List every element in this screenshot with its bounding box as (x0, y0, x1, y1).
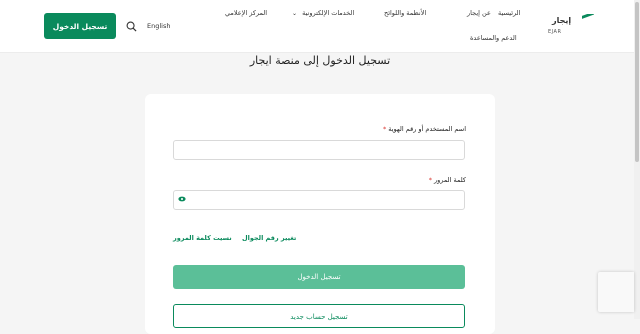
password-label: كلمة المرور * (429, 176, 466, 184)
required-mark: * (428, 176, 432, 184)
language-toggle[interactable]: English (147, 22, 170, 30)
brand-name-english: EJAR (548, 29, 562, 35)
scrollbar-thumb[interactable] (635, 2, 639, 162)
nav-support[interactable]: الدعم والمساعدة (470, 34, 517, 42)
required-mark: * (382, 125, 387, 133)
nav-about[interactable]: عن إيجار (467, 9, 491, 17)
top-header: إيجار EJAR الرئيسية عن إيجار الأنظمة وال… (0, 0, 640, 53)
login-submit-button[interactable]: تسجيل الدخول (173, 265, 465, 289)
brand-name-arabic: إيجار (552, 16, 572, 25)
register-button[interactable]: تسجيل حساب جديد (173, 304, 465, 328)
nav-regulations[interactable]: الأنظمة واللوائح (384, 9, 426, 17)
eye-icon[interactable] (178, 196, 186, 202)
username-input[interactable] (173, 140, 465, 160)
recaptcha-badge (598, 272, 634, 312)
search-icon[interactable] (126, 21, 137, 32)
nav-home[interactable]: الرئيسية (498, 9, 520, 17)
chevron-down-icon: ⌄ (292, 10, 298, 17)
nav-eservices-label: الخدمات الإلكترونية (302, 9, 355, 17)
password-input[interactable] (173, 190, 465, 210)
nav-eservices[interactable]: الخدمات الإلكترونية ⌄ (292, 9, 354, 17)
password-label-text: كلمة المرور (434, 176, 466, 184)
nav-media[interactable]: المركز الإعلامي (225, 9, 267, 17)
header-login-button[interactable]: تسجيل الدخول (44, 13, 116, 39)
forgot-password-link[interactable]: نسيت كلمة المرور (173, 234, 232, 242)
change-phone-link[interactable]: تغيير رقم الجوال (242, 234, 296, 242)
username-label-text: اسم المستخدم أو رقم الهوية (388, 125, 466, 133)
username-label: اسم المستخدم أو رقم الهوية * (383, 125, 466, 133)
page-title: تسجيل الدخول إلى منصة ايجار (249, 54, 391, 67)
